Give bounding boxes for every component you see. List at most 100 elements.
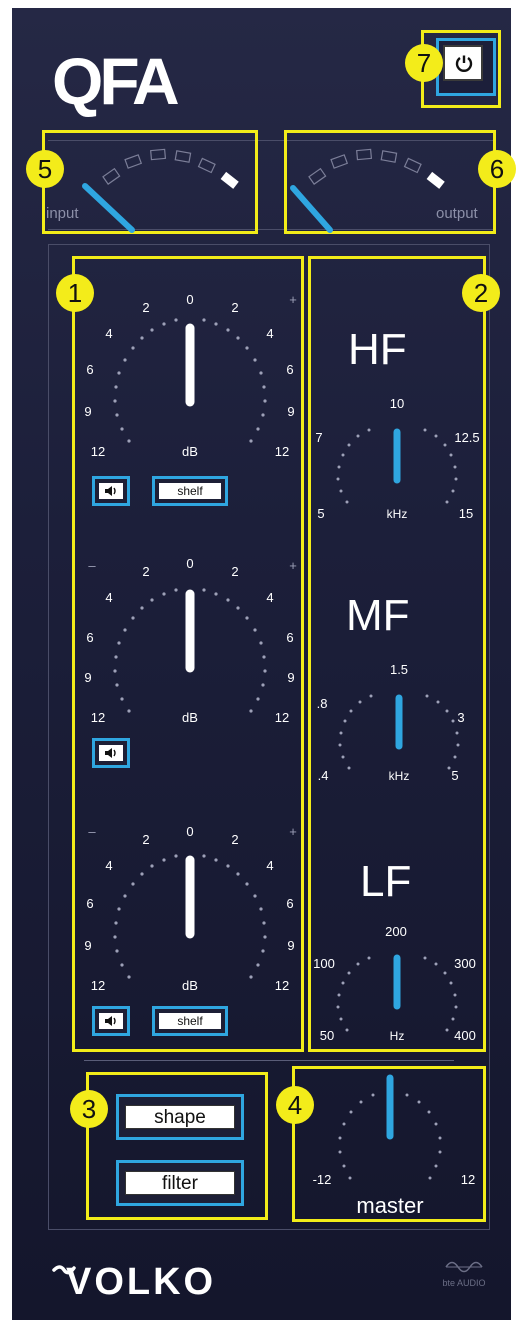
speaker-icon bbox=[105, 486, 116, 496]
gain-top-label: 0 bbox=[186, 292, 194, 307]
annotation-badge-7: 7 bbox=[405, 44, 443, 82]
gain-right-6: 6 bbox=[286, 630, 294, 645]
section-divider bbox=[84, 1060, 454, 1061]
maker-text: bte AUDIO bbox=[442, 1278, 486, 1288]
lf-right-mid-label: 300 bbox=[454, 956, 476, 971]
hf-shelf-button[interactable]: shelf bbox=[152, 476, 228, 506]
lf-top-label: 200 bbox=[385, 924, 407, 939]
master-min-label: -12 bbox=[312, 1172, 332, 1187]
mf-left-mid-label: .8 bbox=[316, 696, 328, 711]
gain-left-6: 6 bbox=[86, 362, 94, 377]
lf-title: LF bbox=[360, 857, 412, 906]
lf-left-mid-label: 100 bbox=[313, 956, 335, 971]
hf-frequency-knob[interactable]: 10 7 12.5 5 15 kHz bbox=[312, 390, 482, 522]
annotation-badge-6: 6 bbox=[478, 150, 516, 188]
mf-right-low-label: 5 bbox=[451, 768, 459, 783]
qfa-logo: QFA bbox=[52, 46, 202, 116]
gain-left-4: 4 bbox=[105, 590, 113, 605]
mf-unit: kHz bbox=[388, 769, 410, 783]
gain-right-4: 4 bbox=[266, 590, 274, 605]
hf-right-mid-label: 12.5 bbox=[454, 430, 480, 445]
hf-right-low-label: 15 bbox=[458, 506, 474, 521]
hf-gain-knob[interactable]: 0 2 2 + 4 4 6 6 9 9 12 12 dB bbox=[80, 284, 300, 464]
gain-right-12: 12 bbox=[274, 444, 290, 459]
gain-left-4: 4 bbox=[105, 858, 113, 873]
gain-right-9: 9 bbox=[287, 670, 295, 685]
mf-gain-knob[interactable]: 0 – 2 2 + 4 4 6 6 9 9 12 12 dB bbox=[80, 554, 300, 734]
filter-label: filter bbox=[125, 1171, 235, 1195]
lf-shelf-button[interactable]: shelf bbox=[152, 1006, 228, 1036]
gain-left-12: 12 bbox=[90, 444, 106, 459]
gain-left-2: 2 bbox=[142, 564, 150, 579]
gain-plus: + bbox=[289, 824, 297, 839]
gain-left-12: 12 bbox=[90, 710, 106, 725]
speaker-icon bbox=[105, 748, 116, 758]
gain-right-2: 2 bbox=[231, 564, 239, 579]
plugin-window: QFA 7 input 5 output 6 1 2 0 2 2 + 4 4 6… bbox=[12, 8, 516, 1320]
mf-top-label: 1.5 bbox=[389, 662, 409, 677]
hf-top-label: 10 bbox=[389, 396, 405, 411]
power-icon bbox=[455, 55, 473, 72]
hf-unit: kHz bbox=[386, 507, 408, 521]
lf-shelf-label: shelf bbox=[159, 1013, 221, 1029]
lf-left-low-label: 50 bbox=[319, 1028, 335, 1043]
gain-right-9: 9 bbox=[287, 938, 295, 953]
gain-top-label: 0 bbox=[186, 824, 194, 839]
mf-solo-button[interactable] bbox=[92, 738, 130, 768]
mf-title: MF bbox=[346, 591, 410, 640]
gain-unit: dB bbox=[182, 710, 198, 725]
output-label: output bbox=[436, 205, 478, 222]
gain-plus: + bbox=[289, 558, 297, 573]
gain-minus: – bbox=[88, 824, 96, 839]
gain-unit: dB bbox=[182, 978, 198, 993]
hf-title: HF bbox=[348, 325, 407, 374]
mf-gain-dial bbox=[113, 588, 267, 713]
brand-text: VOLKO bbox=[66, 1261, 217, 1303]
gain-right-4: 4 bbox=[266, 858, 274, 873]
hf-solo-button[interactable] bbox=[92, 476, 130, 506]
bte-audio-logo: bte AUDIO bbox=[442, 1258, 486, 1302]
gain-right-2: 2 bbox=[231, 832, 239, 847]
hf-shelf-label: shelf bbox=[159, 483, 221, 499]
gain-minus: – bbox=[88, 558, 96, 573]
master-knob[interactable]: -12 12 master bbox=[302, 1066, 478, 1218]
gain-right-9: 9 bbox=[287, 404, 295, 419]
annotation-badge-5: 5 bbox=[26, 150, 64, 188]
hf-left-mid-label: 7 bbox=[315, 430, 323, 445]
waveform-icon bbox=[445, 1261, 483, 1273]
gain-right-6: 6 bbox=[286, 362, 294, 377]
lf-gain-dial bbox=[113, 854, 267, 979]
gain-right-4: 4 bbox=[266, 326, 274, 341]
gain-left-6: 6 bbox=[86, 630, 94, 645]
gain-left-4: 4 bbox=[105, 326, 113, 341]
mf-left-low-label: .4 bbox=[317, 768, 329, 783]
annotation-badge-3: 3 bbox=[70, 1090, 108, 1128]
hf-left-low-label: 5 bbox=[317, 506, 325, 521]
annotation-badge-2: 2 bbox=[462, 274, 500, 312]
gain-left-6: 6 bbox=[86, 896, 94, 911]
lf-right-low-label: 400 bbox=[454, 1028, 476, 1043]
speaker-icon bbox=[105, 1016, 116, 1026]
gain-plus: + bbox=[289, 292, 297, 307]
lf-frequency-knob[interactable]: 200 100 300 50 400 Hz bbox=[312, 918, 484, 1048]
lf-solo-button[interactable] bbox=[92, 1006, 130, 1036]
gain-left-2: 2 bbox=[142, 832, 150, 847]
mf-frequency-knob[interactable]: 1.5 .8 3 .4 5 kHz bbox=[314, 656, 484, 786]
gain-right-6: 6 bbox=[286, 896, 294, 911]
input-label: input bbox=[46, 205, 79, 222]
gain-left-12: 12 bbox=[90, 978, 106, 993]
gain-left-2: 2 bbox=[142, 300, 150, 315]
power-button[interactable] bbox=[436, 38, 496, 96]
filter-button[interactable]: filter bbox=[116, 1160, 244, 1206]
lf-gain-knob[interactable]: 0 – 2 2 + 4 4 6 6 9 9 12 12 dB bbox=[80, 820, 300, 1000]
hf-gain-dial bbox=[113, 318, 267, 443]
gain-left-9: 9 bbox=[84, 404, 92, 419]
master-max-label: 12 bbox=[460, 1172, 476, 1187]
gain-right-2: 2 bbox=[231, 300, 239, 315]
gain-top-label: 0 bbox=[186, 556, 194, 571]
input-meter bbox=[82, 148, 239, 233]
logo-text: QFA bbox=[52, 44, 180, 118]
shape-button[interactable]: shape bbox=[116, 1094, 244, 1140]
lf-unit: Hz bbox=[389, 1029, 405, 1043]
master-label: master bbox=[356, 1193, 424, 1218]
